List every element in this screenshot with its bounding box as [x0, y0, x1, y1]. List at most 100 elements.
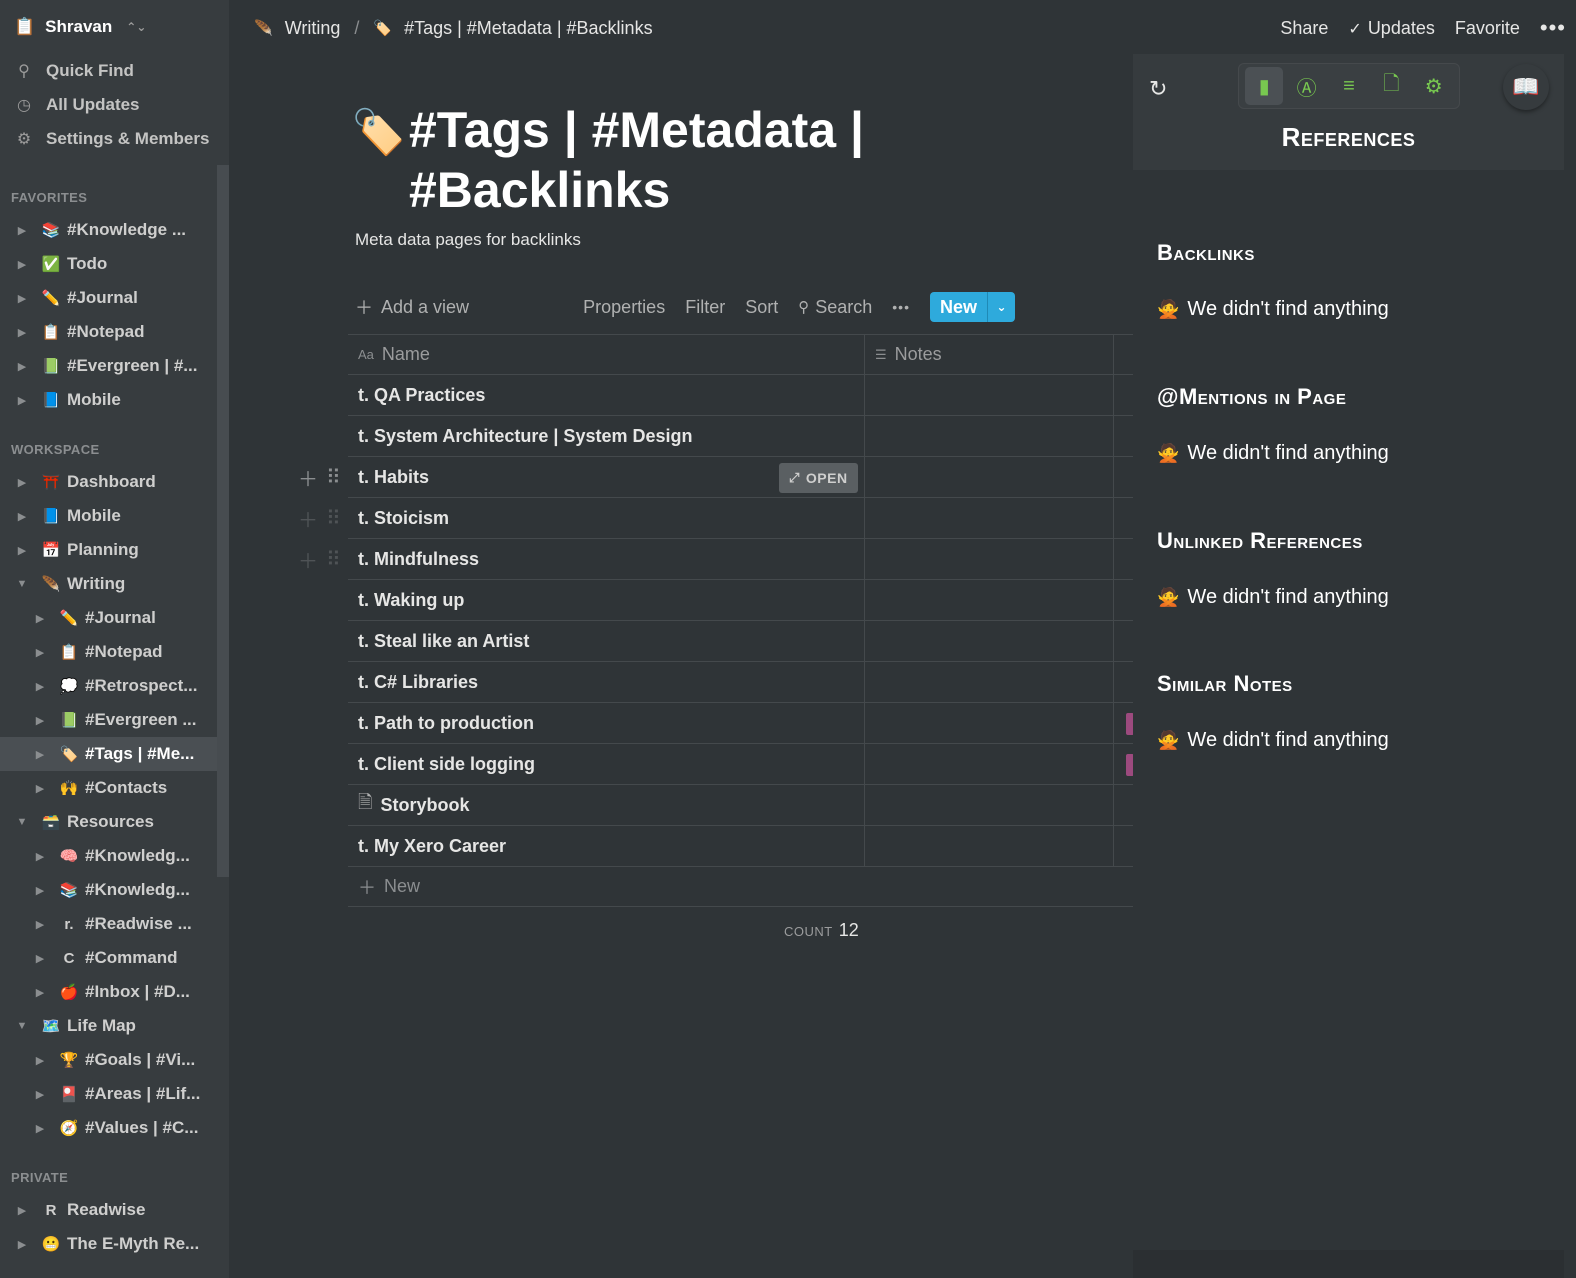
- sidebar-item[interactable]: ▶ r. #Readwise ...: [0, 907, 217, 941]
- caret-right-icon[interactable]: ▶: [34, 782, 46, 795]
- caret-down-icon[interactable]: ▼: [16, 1020, 28, 1032]
- new-button[interactable]: New: [930, 292, 987, 322]
- sidebar-item[interactable]: ▼ 🪶 Writing: [0, 567, 217, 601]
- caret-right-icon[interactable]: ▶: [34, 884, 46, 897]
- caret-right-icon[interactable]: ▶: [34, 1088, 46, 1101]
- notes-cell[interactable]: [865, 539, 1114, 579]
- table-row[interactable]: t. System Architecture | System Design: [348, 416, 1133, 457]
- table-row[interactable]: ＋ ⠿ t. Mindfulness: [298, 539, 1133, 580]
- page-description[interactable]: Meta data pages for backlinks: [355, 230, 581, 250]
- font-icon[interactable]: Ⓐ: [1288, 67, 1326, 105]
- sidebar-item[interactable]: ▶ ✏️ #Journal: [0, 281, 217, 315]
- sidebar-item[interactable]: ▶ 📗 #Evergreen | #...: [0, 349, 217, 383]
- table-row[interactable]: 🗎 Storybook: [348, 785, 1133, 826]
- caret-right-icon[interactable]: ▶: [34, 1122, 46, 1135]
- caret-right-icon[interactable]: ▶: [16, 258, 28, 271]
- extra-cell[interactable]: [1114, 457, 1133, 497]
- sidebar-item[interactable]: ▶ ✏️ #Journal: [0, 601, 217, 635]
- sidebar-item[interactable]: ▶ 📚 #Knowledg...: [0, 873, 217, 907]
- drag-handle-icon[interactable]: ⠿: [326, 506, 341, 531]
- caret-right-icon[interactable]: ▶: [34, 646, 46, 659]
- table-row[interactable]: t. C# Libraries: [348, 662, 1133, 703]
- extra-cell[interactable]: [1114, 580, 1133, 620]
- notes-cell[interactable]: [865, 416, 1114, 456]
- sidebar-item[interactable]: ▶ 🎴 #Areas | #Lif...: [0, 1077, 217, 1111]
- caret-right-icon[interactable]: ▶: [34, 918, 46, 931]
- name-cell[interactable]: t. QA Practices: [348, 375, 865, 415]
- sidebar-item[interactable]: ▶ 🍎 #Inbox | #D...: [0, 975, 217, 1009]
- notes-cell[interactable]: [865, 621, 1114, 661]
- notes-cell[interactable]: [865, 744, 1114, 784]
- extra-cell[interactable]: [1114, 662, 1133, 702]
- caret-right-icon[interactable]: ▶: [34, 1054, 46, 1067]
- list-icon[interactable]: ≡: [1330, 67, 1368, 105]
- sidebar-item[interactable]: ▶ 🙌 #Contacts: [0, 771, 217, 805]
- name-cell[interactable]: t. Waking up: [348, 580, 865, 620]
- filter-button[interactable]: Filter: [685, 297, 725, 318]
- name-cell[interactable]: t. Steal like an Artist: [348, 621, 865, 661]
- name-cell[interactable]: t. System Architecture | System Design: [348, 416, 865, 456]
- breadcrumb-current[interactable]: #Tags | #Metadata | #Backlinks: [404, 18, 652, 39]
- extra-cell[interactable]: [1114, 744, 1134, 784]
- plus-icon[interactable]: ＋: [298, 504, 318, 533]
- sidebar-item[interactable]: ▶ 📗 #Evergreen ...: [0, 703, 217, 737]
- name-cell[interactable]: t. Path to production: [348, 703, 865, 743]
- sidebar-item[interactable]: ▼ 🗃️ Resources: [0, 805, 217, 839]
- extra-cell[interactable]: [1114, 539, 1133, 579]
- sidebar-item[interactable]: ▶ 📋 #Notepad: [0, 635, 217, 669]
- sidebar-item[interactable]: ▶ 😬 The E-Myth Re...: [0, 1227, 217, 1261]
- column-header-name[interactable]: Aa Name: [348, 335, 865, 374]
- plus-icon[interactable]: ＋: [298, 545, 318, 574]
- extra-cell[interactable]: [1114, 826, 1133, 866]
- add-row-button[interactable]: ＋ New: [348, 867, 1133, 907]
- sidebar-item[interactable]: ▶ 📚 #Knowledge ...: [0, 213, 217, 247]
- caret-right-icon[interactable]: ▶: [16, 510, 28, 523]
- sidebar-scrollbar[interactable]: [217, 165, 229, 877]
- name-cell[interactable]: t. C# Libraries: [348, 662, 865, 702]
- sidebar-item[interactable]: ▶ 📋 #Notepad: [0, 315, 217, 349]
- notes-cell[interactable]: [865, 785, 1114, 825]
- sidebar-item[interactable]: ▶ 🏷️ #Tags | #Me...: [0, 737, 217, 771]
- sidebar-item[interactable]: ▶ 📘 Mobile: [0, 383, 217, 417]
- extra-cell[interactable]: [1114, 785, 1133, 825]
- sidebar-item[interactable]: ▶ 🧠 #Knowledg...: [0, 839, 217, 873]
- open-button[interactable]: ⤢ OPEN: [779, 463, 858, 493]
- caret-right-icon[interactable]: ▶: [16, 360, 28, 373]
- caret-right-icon[interactable]: ▶: [34, 714, 46, 727]
- more-options-button[interactable]: •••: [1540, 15, 1566, 41]
- gear-icon[interactable]: ⚙: [1415, 67, 1453, 105]
- document-search-icon[interactable]: 🗋: [1372, 67, 1410, 105]
- caret-right-icon[interactable]: ▶: [34, 612, 46, 625]
- page-title[interactable]: #Tags | #Metadata | #Backlinks: [409, 100, 969, 220]
- caret-right-icon[interactable]: ▶: [16, 544, 28, 557]
- caret-right-icon[interactable]: ▶: [34, 986, 46, 999]
- add-view-button[interactable]: ＋ Add a view: [355, 294, 469, 320]
- search-button[interactable]: ⚲ Search: [798, 297, 872, 318]
- table-row[interactable]: t. My Xero Career: [348, 826, 1133, 867]
- caret-down-icon[interactable]: ▼: [16, 816, 28, 828]
- sidebar-item[interactable]: ▶ 💭 #Retrospect...: [0, 669, 217, 703]
- table-row[interactable]: t. Path to production: [348, 703, 1134, 744]
- sidebar-item[interactable]: ▼ 🗺️ Life Map: [0, 1009, 217, 1043]
- notes-cell[interactable]: [865, 498, 1114, 538]
- caret-right-icon[interactable]: ▶: [34, 748, 46, 761]
- name-cell[interactable]: t. My Xero Career: [348, 826, 865, 866]
- name-cell[interactable]: 🗎 Storybook: [348, 785, 865, 825]
- caret-right-icon[interactable]: ▶: [34, 680, 46, 693]
- sidebar-item[interactable]: ▶ 📘 Mobile: [0, 499, 217, 533]
- workspace-switcher[interactable]: 📋 Shravan ⌃⌄: [0, 0, 229, 54]
- caret-right-icon[interactable]: ▶: [16, 476, 28, 489]
- drag-handle-icon[interactable]: ⠿: [326, 547, 341, 572]
- sidebar-item[interactable]: ▶ ✅ Todo: [0, 247, 217, 281]
- caret-right-icon[interactable]: ▶: [34, 850, 46, 863]
- column-header-notes[interactable]: ☰ Notes: [865, 335, 1114, 374]
- table-row[interactable]: t. Client side logging: [348, 744, 1134, 785]
- caret-down-icon[interactable]: ▼: [16, 578, 28, 590]
- table-row[interactable]: ＋ ⠿ t. Stoicism: [298, 498, 1133, 539]
- name-cell[interactable]: t. Mindfulness: [348, 539, 865, 579]
- sidebar-item[interactable]: ▶ ⛩️ Dashboard: [0, 465, 217, 499]
- table-row[interactable]: t. QA Practices: [348, 375, 1133, 416]
- extra-cell[interactable]: [1114, 498, 1133, 538]
- sidebar-item[interactable]: ▶ 🧭 #Values | #C...: [0, 1111, 217, 1145]
- extra-cell[interactable]: [1114, 416, 1133, 456]
